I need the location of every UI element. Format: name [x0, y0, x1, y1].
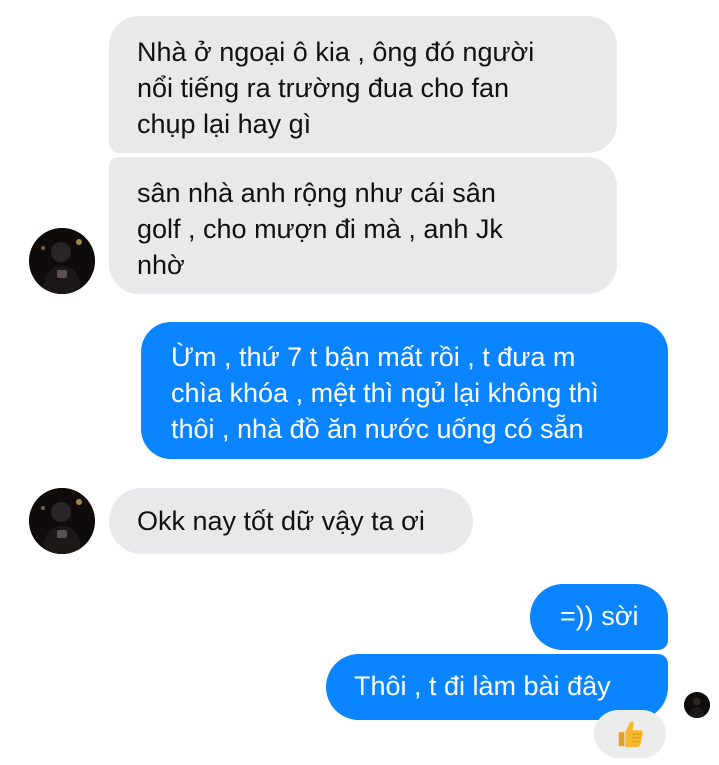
- person-photo-icon: [684, 692, 710, 718]
- thumbs-up-icon: [618, 721, 643, 748]
- incoming-message-bubble[interactable]: Okk nay tốt dữ vậy ta ơi: [109, 488, 473, 554]
- outgoing-message-bubble[interactable]: Ừm , thứ 7 t bận mất rồi , t đưa m chìa …: [141, 322, 668, 459]
- person-photo-icon: [29, 488, 95, 554]
- read-receipt-avatar: [684, 692, 710, 718]
- message-reaction[interactable]: [594, 710, 666, 758]
- contact-avatar[interactable]: [29, 488, 95, 554]
- outgoing-message-bubble[interactable]: =)) sời: [530, 584, 668, 650]
- incoming-message-bubble[interactable]: Nhà ở ngoại ô kia , ông đó người nổi tiế…: [109, 16, 617, 153]
- person-photo-icon: [29, 228, 95, 294]
- incoming-message-bubble[interactable]: sân nhà anh rộng như cái sân golf , cho …: [109, 157, 617, 294]
- contact-avatar[interactable]: [29, 228, 95, 294]
